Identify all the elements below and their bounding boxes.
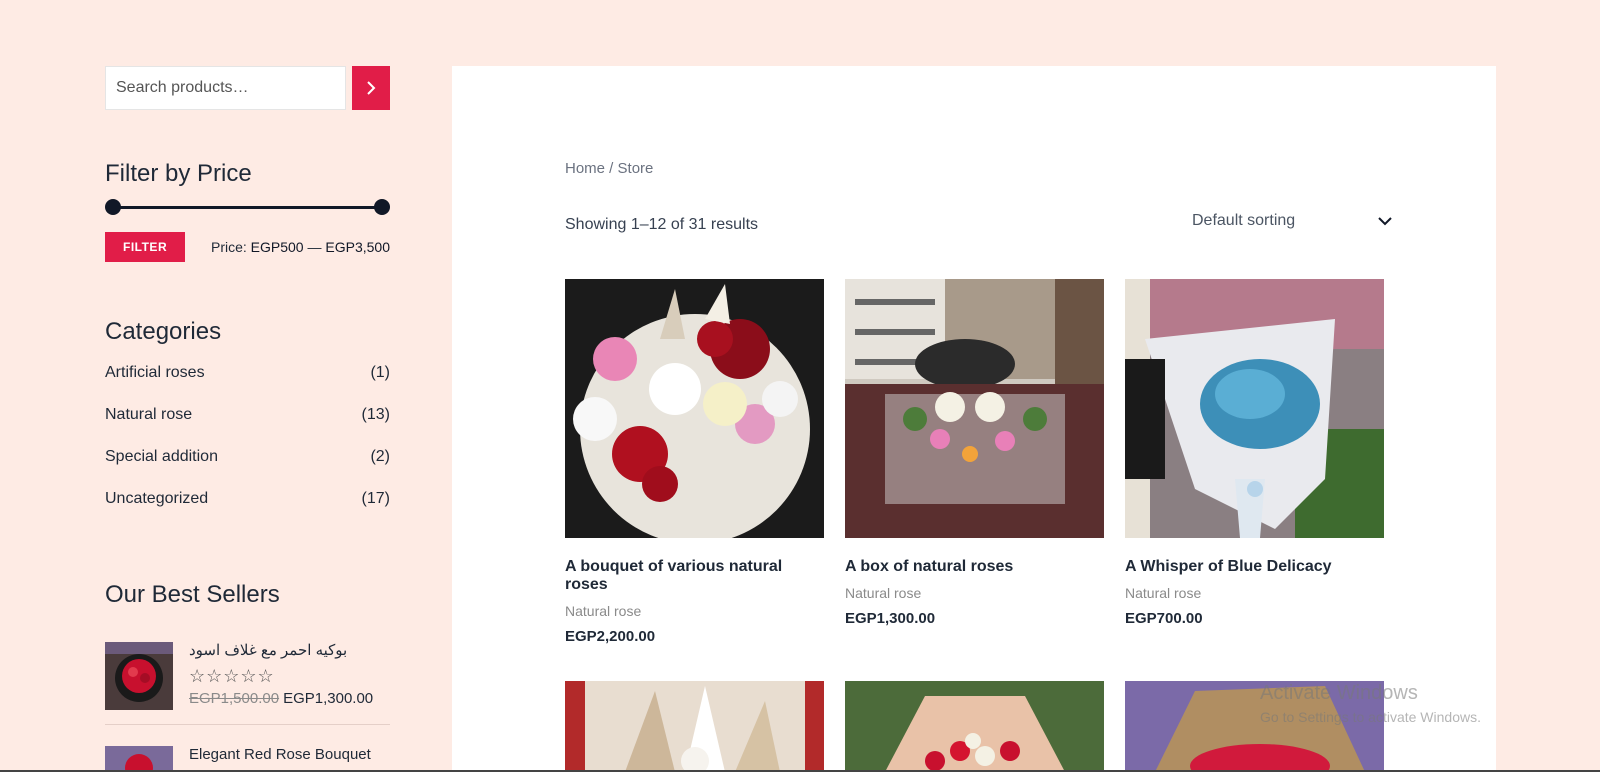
product-price: EGP2,200.00 [565,628,656,645]
rating-stars: ☆☆☆☆☆ [189,666,275,686]
best-seller-name[interactable]: بوكيه احمر مع غلاف اسود [189,642,373,660]
categories-title: Categories [105,318,222,345]
price-range-slider[interactable] [105,199,390,215]
category-item[interactable]: Special addition (2) [105,448,390,490]
breadcrumb-home[interactable]: Home [565,160,605,177]
product-category: Natural rose [1125,585,1202,601]
slider-max-handle[interactable] [374,199,390,215]
best-seller-info: Elegant Red Rose Bouquet [189,746,371,772]
filter-button[interactable]: FILTER [105,232,186,262]
product-image[interactable] [565,681,824,772]
price-min: EGP500 [250,239,304,255]
sidebar: Filter by Price FILTER Price: EGP500 — E… [105,66,390,772]
chevron-right-icon [367,81,376,95]
category-label[interactable]: Artificial roses [105,364,205,406]
product-image[interactable] [845,279,1104,538]
best-seller-name[interactable]: Elegant Red Rose Bouquet [189,746,371,764]
breadcrumb: Home / Store [565,160,653,177]
filter-row: FILTER Price: EGP500 — EGP3,500 [105,232,390,262]
product-card: A bouquet of various natural roses Natur… [565,279,824,645]
product-image[interactable] [1125,681,1384,772]
product-image[interactable] [1125,279,1384,538]
product-image[interactable] [845,681,1104,772]
product-title[interactable]: A box of natural roses [845,558,1104,576]
price-separator: — [307,239,322,255]
breadcrumb-current: Store [617,160,654,177]
search-submit-button[interactable] [352,66,390,110]
result-count: Showing 1–12 of 31 results [565,216,759,233]
price-range-label: Price: EGP500 — EGP3,500 [211,239,390,255]
slider-track [113,206,382,209]
product-card [845,681,1104,772]
product-category: Natural rose [845,585,922,601]
product-card [1125,681,1384,772]
best-seller-price: EGP1,500.00 EGP1,300.00 [189,690,373,707]
best-sellers-title: Our Best Sellers [105,581,280,608]
product-price: EGP700.00 [1125,610,1203,627]
best-seller-thumbnail[interactable] [105,642,173,710]
category-item[interactable]: Natural rose (13) [105,406,390,448]
sorting-select[interactable]: Default sorting [1192,204,1392,238]
best-seller-item: بوكيه احمر مع غلاف اسود ☆☆☆☆☆ EGP1,500.0… [105,642,390,725]
best-seller-info: بوكيه احمر مع غلاف اسود ☆☆☆☆☆ EGP1,500.0… [189,642,373,710]
product-card: A box of natural roses Natural rose EGP1… [845,279,1104,627]
category-count: (13) [361,406,390,423]
category-label[interactable]: Special addition [105,448,218,490]
chevron-down-icon [1378,217,1392,226]
category-count: (1) [370,364,390,381]
category-list: Artificial roses (1) Natural rose (13) Spe… [105,364,390,532]
product-category: Natural rose [565,603,642,619]
sorting-selected: Default sorting [1192,212,1296,229]
category-label[interactable]: Uncategorized [105,490,208,532]
sale-price: EGP1,300.00 [283,690,374,707]
category-item[interactable]: Uncategorized (17) [105,490,390,532]
product-card: A Whisper of Blue Delicacy Natural rose … [1125,279,1384,627]
old-price: EGP1,500.00 [189,690,280,707]
category-count: (17) [361,490,390,507]
category-count: (2) [370,448,390,465]
category-item[interactable]: Artificial roses (1) [105,364,390,406]
best-seller-item: Elegant Red Rose Bouquet [105,746,390,772]
best-seller-thumbnail[interactable] [105,746,173,772]
search-input[interactable] [105,66,347,110]
category-label[interactable]: Natural rose [105,406,192,448]
slider-min-handle[interactable] [105,199,121,215]
price-max: EGP3,500 [325,239,390,255]
product-search-form [105,66,390,110]
price-prefix: Price: [210,239,247,255]
product-price: EGP1,300.00 [845,610,936,627]
product-title[interactable]: A bouquet of various natural roses [565,558,824,594]
product-title[interactable]: A Whisper of Blue Delicacy [1125,558,1384,576]
shop-main: Home / Store Showing 1–12 of 31 results … [452,66,1496,772]
product-card [565,681,824,772]
filter-by-price-title: Filter by Price [105,160,252,187]
breadcrumb-separator: / [605,160,618,177]
product-image[interactable] [565,279,824,538]
